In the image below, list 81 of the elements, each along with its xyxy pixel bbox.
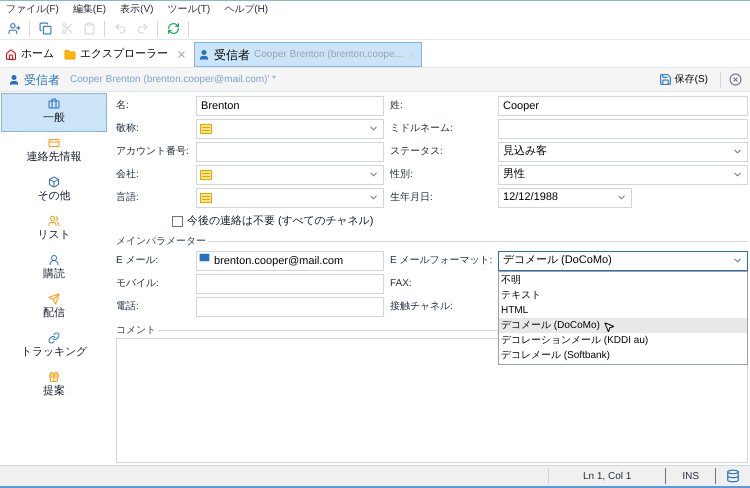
field-label: 名: — [116, 99, 130, 113]
field-label: ステータス: — [390, 145, 444, 159]
cursor-icon — [603, 320, 615, 332]
person-icon — [198, 48, 210, 60]
tab[interactable]: ホーム — [2, 42, 57, 67]
field-label: モバイル: — [116, 277, 160, 291]
sidebar-item[interactable]: トラッキング — [1, 327, 107, 366]
menu-item[interactable]: 表示(V) — [120, 2, 154, 17]
field-label: 敬称: — [116, 122, 140, 136]
select-field[interactable]: 男性 — [498, 164, 748, 184]
field-label: E メール: — [116, 254, 160, 268]
tab[interactable]: 受信者 Cooper Brenton (brenton.coope... — [194, 42, 422, 67]
field-label: 姓: — [390, 99, 404, 113]
combo-field[interactable] — [196, 118, 384, 138]
field-label: 電話: — [116, 300, 140, 314]
cursor-position: Ln 1, Col 1 — [582, 470, 632, 484]
sidebar-item[interactable]: 配信 — [1, 288, 107, 327]
text-field[interactable]: Brenton — [196, 96, 384, 116]
record-title: 受信者 — [24, 72, 60, 88]
combo-field[interactable] — [196, 188, 384, 208]
list-icon — [200, 124, 212, 134]
select-field[interactable]: デコメール (DoCoMo) — [498, 250, 748, 270]
checkbox-label: 今後の連絡は不要 (すべてのチャネル) — [187, 214, 374, 229]
save-icon — [658, 73, 672, 86]
folder-icon — [64, 48, 76, 60]
field-label: 性別: — [390, 168, 414, 182]
link-icon — [48, 332, 60, 344]
field-label: 生年月日: — [390, 190, 434, 205]
dropdown-option[interactable]: デコレメール (Softbank) — [499, 348, 747, 362]
section-title: メインパラメーター — [116, 234, 206, 248]
date-field[interactable]: 12/12/1988 — [498, 188, 632, 208]
text-field[interactable]: Cooper — [498, 96, 748, 116]
users-icon — [48, 215, 60, 228]
list-icon — [200, 170, 212, 180]
dropdown-option[interactable]: デコレーションメール (KDDI au) — [499, 332, 747, 348]
field-label: FAX: — [390, 277, 412, 291]
text-field[interactable] — [196, 296, 384, 316]
menu-item[interactable]: ヘルプ(H) — [224, 2, 268, 17]
sidebar-item[interactable]: 購読 — [1, 249, 107, 288]
sidebar-item[interactable]: リスト — [1, 210, 107, 249]
card-icon — [48, 137, 60, 150]
sidebar-item[interactable]: 提案 — [1, 366, 107, 405]
field-label: E メールフォーマット: — [390, 254, 494, 268]
send-icon — [48, 293, 60, 306]
field-label: 言語: — [116, 190, 140, 205]
text-field[interactable] — [196, 142, 384, 162]
section-title: コメント — [116, 324, 156, 338]
dropdown-option[interactable]: テキスト — [499, 288, 747, 302]
checkbox[interactable] — [172, 216, 183, 226]
cube-icon — [48, 176, 60, 188]
email-field[interactable]: brenton.cooper@mail.com — [196, 250, 384, 270]
database-icon — [726, 469, 740, 483]
list-icon — [200, 192, 212, 202]
home-icon — [5, 48, 17, 60]
field-label: ミドルネーム: — [390, 122, 454, 136]
briefcase-icon — [48, 98, 60, 110]
close-icon[interactable] — [729, 73, 742, 86]
person-icon — [8, 74, 20, 86]
field-label: アカウント番号: — [116, 144, 190, 159]
dropdown-option[interactable]: HTML — [499, 302, 747, 318]
tab[interactable]: エクスプローラー — [61, 42, 190, 67]
dropdown-option[interactable]: 不明 — [499, 272, 747, 288]
menu-item[interactable]: ファイル(F) — [6, 2, 59, 17]
combo-field[interactable] — [196, 164, 384, 184]
text-field[interactable] — [498, 118, 748, 138]
person-icon — [48, 254, 60, 266]
field-label: 会社: — [116, 168, 140, 182]
record-subtitle: Cooper Brenton (brenton.cooper@mail.com)' * — [70, 73, 276, 87]
sidebar-item[interactable]: 連絡先情報 — [1, 132, 107, 171]
menu-item[interactable]: ツール(T) — [167, 2, 210, 17]
field-label: 接触チャネル: — [390, 300, 453, 314]
text-field[interactable] — [196, 274, 384, 294]
sidebar-item[interactable]: その他 — [1, 171, 107, 210]
save-button[interactable]: 保存(S) — [654, 70, 712, 90]
sidebar-item[interactable]: 一般 — [1, 93, 107, 132]
menu-item[interactable]: 編集(E) — [72, 2, 106, 17]
close-icon[interactable] — [176, 49, 187, 60]
dropdown-option[interactable]: デコメール (DoCoMo) — [499, 318, 747, 332]
select-field[interactable]: 見込み客 — [498, 142, 748, 162]
insert-mode: INS — [681, 470, 700, 484]
gift-icon — [48, 371, 60, 384]
